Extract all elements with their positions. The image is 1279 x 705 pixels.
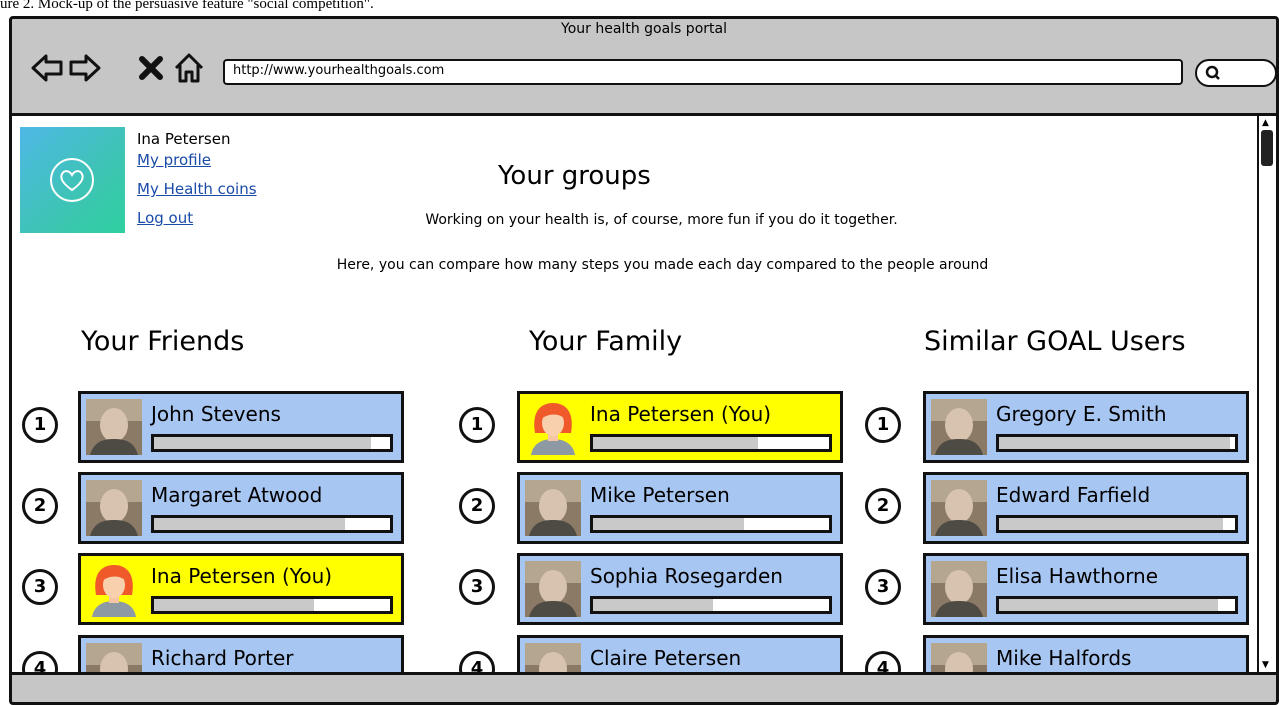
steps-progress-fill xyxy=(593,518,745,530)
member-name: Margaret Atwood xyxy=(151,483,323,507)
member-card-you[interactable]: Ina Petersen (You) xyxy=(517,391,843,463)
scroll-thumb[interactable] xyxy=(1261,130,1273,166)
member-card[interactable]: Edward Farfield xyxy=(923,472,1249,544)
home-icon[interactable] xyxy=(172,51,206,85)
rank-badge: 2 xyxy=(22,488,58,524)
page-title: Your groups xyxy=(498,161,651,191)
group-title-family: Your Family xyxy=(529,326,683,357)
member-name: Edward Farfield xyxy=(996,483,1151,507)
member-card[interactable]: Elisa Hawthorne xyxy=(923,553,1249,625)
group-title-friends: Your Friends xyxy=(81,326,245,357)
my-health-coins-link[interactable]: My Health coins xyxy=(137,180,257,198)
illustrated-woman-avatar xyxy=(86,561,142,617)
member-card[interactable]: Mike Petersen xyxy=(517,472,843,544)
steps-progress-fill xyxy=(999,599,1219,611)
steps-progress-fill xyxy=(999,437,1231,449)
photo-avatar xyxy=(525,561,581,617)
my-profile-link[interactable]: My profile xyxy=(137,151,211,169)
url-bar[interactable]: http://www.yourhealthgoals.com xyxy=(223,59,1183,85)
intro-text: Working on your health is, of course, mo… xyxy=(425,212,898,228)
scroll-up-icon[interactable]: ▲ xyxy=(1262,118,1269,128)
member-name: Mike Petersen xyxy=(590,483,730,507)
photo-avatar xyxy=(86,399,142,455)
member-name: Gregory E. Smith xyxy=(996,402,1167,426)
photo-avatar xyxy=(931,399,987,455)
steps-progress-bar xyxy=(151,515,393,533)
member-name: Richard Porter xyxy=(151,646,294,670)
member-card-you[interactable]: Ina Petersen (You) xyxy=(78,553,404,625)
member-name: Sophia Rosegarden xyxy=(590,564,783,588)
back-arrow-icon[interactable] xyxy=(30,51,64,85)
member-card[interactable]: Sophia Rosegarden xyxy=(517,553,843,625)
rank-badge: 3 xyxy=(865,569,901,605)
browser-window: Your health goals portal http://www.your… xyxy=(9,16,1279,705)
vertical-scrollbar[interactable]: ▲ ▼ xyxy=(1257,113,1276,675)
member-card[interactable]: Mike Halfords xyxy=(923,635,1249,672)
rank-badge: 3 xyxy=(459,569,495,605)
rank-badge: 2 xyxy=(865,488,901,524)
rank-badge: 4 xyxy=(459,651,495,672)
member-card[interactable]: Gregory E. Smith xyxy=(923,391,1249,463)
rank-badge: 3 xyxy=(22,569,58,605)
steps-progress-bar xyxy=(996,434,1238,452)
intro-text-compare: Here, you can compare how many steps you… xyxy=(336,257,989,273)
photo-avatar xyxy=(86,480,142,536)
heart-icon xyxy=(50,158,94,202)
member-name: Claire Petersen xyxy=(590,646,742,670)
steps-progress-fill xyxy=(154,518,346,530)
steps-progress-bar xyxy=(590,434,832,452)
steps-progress-bar xyxy=(590,515,832,533)
member-card[interactable]: Claire Petersen xyxy=(517,635,843,672)
photo-avatar xyxy=(525,480,581,536)
rank-badge: 4 xyxy=(22,651,58,672)
forward-arrow-icon[interactable] xyxy=(68,51,102,85)
steps-progress-bar xyxy=(996,515,1238,533)
member-name: Ina Petersen (You) xyxy=(590,402,772,426)
member-name: Ina Petersen (You) xyxy=(151,564,333,588)
page-content: Ina Petersen My profile My Health coins … xyxy=(12,113,1257,675)
steps-progress-fill xyxy=(593,437,759,449)
window-title: Your health goals portal xyxy=(561,21,727,37)
rank-badge: 4 xyxy=(865,651,901,672)
steps-progress-fill xyxy=(154,437,372,449)
member-card[interactable]: John Stevens xyxy=(78,391,404,463)
member-card[interactable]: Richard Porter xyxy=(78,635,404,672)
group-title-similar-users: Similar GOAL Users xyxy=(924,326,1186,357)
scroll-down-icon[interactable]: ▼ xyxy=(1262,660,1269,670)
steps-progress-bar xyxy=(590,596,832,614)
steps-progress-bar xyxy=(151,596,393,614)
member-name: Mike Halfords xyxy=(996,646,1132,670)
magnifier-icon xyxy=(1205,65,1220,80)
steps-progress-bar xyxy=(996,596,1238,614)
steps-progress-fill xyxy=(999,518,1224,530)
photo-avatar xyxy=(931,480,987,536)
member-card[interactable]: Margaret Atwood xyxy=(78,472,404,544)
steps-progress-fill xyxy=(593,599,714,611)
steps-progress-bar xyxy=(151,434,393,452)
member-name: Elisa Hawthorne xyxy=(996,564,1159,588)
steps-progress-fill xyxy=(154,599,315,611)
photo-avatar xyxy=(86,643,142,672)
user-name: Ina Petersen xyxy=(137,130,231,148)
rank-badge: 2 xyxy=(459,488,495,524)
figure-caption: ure 2. Mock-up of the persuasive feature… xyxy=(0,0,374,12)
search-box[interactable] xyxy=(1195,59,1276,87)
member-name: John Stevens xyxy=(151,402,281,426)
rank-badge: 1 xyxy=(459,407,495,443)
rank-badge: 1 xyxy=(865,407,901,443)
rank-badge: 1 xyxy=(22,407,58,443)
photo-avatar xyxy=(525,643,581,672)
photo-avatar xyxy=(931,643,987,672)
photo-avatar xyxy=(931,561,987,617)
illustrated-woman-avatar xyxy=(525,399,581,455)
close-x-icon[interactable] xyxy=(134,51,168,85)
